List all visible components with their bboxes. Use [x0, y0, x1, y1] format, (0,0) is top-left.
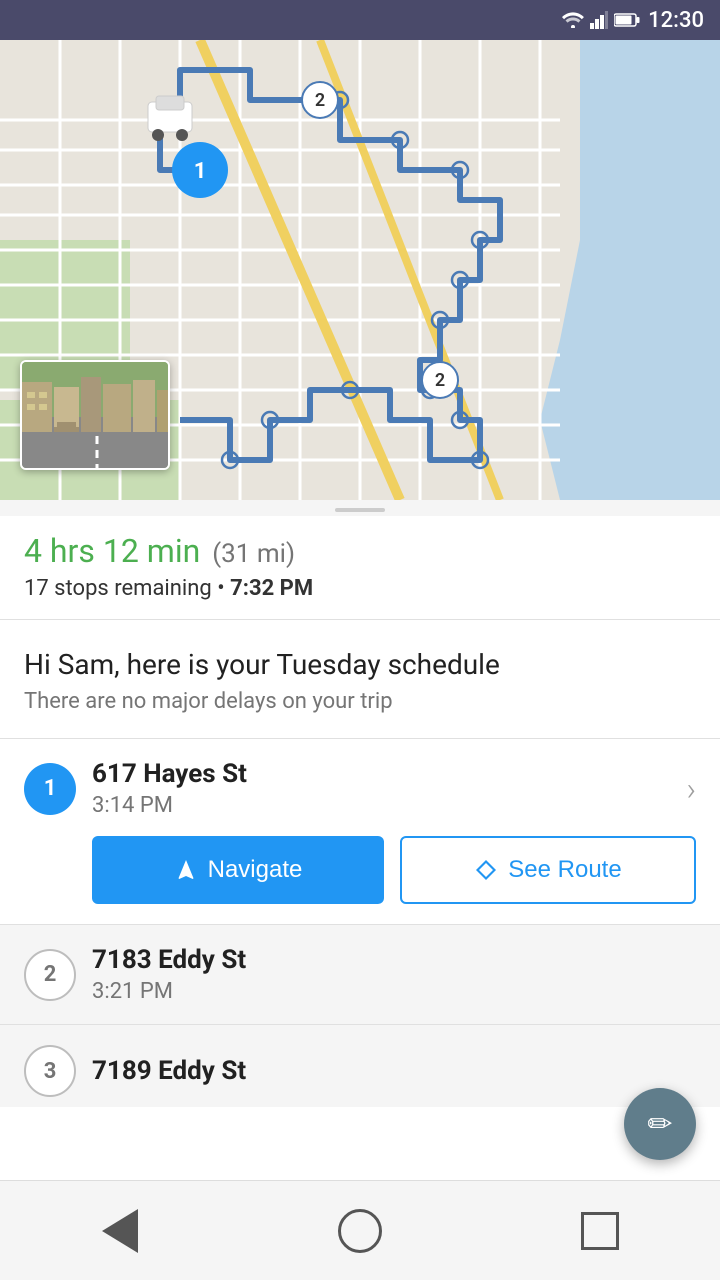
trip-stops-row: 17 stops remaining • 7:32 PM — [24, 576, 696, 601]
stop-1-actions: Navigate See Route — [92, 836, 696, 904]
back-button[interactable] — [90, 1201, 150, 1261]
trip-eta: 7:32 PM — [230, 576, 313, 601]
stop-3-info: 7189 Eddy St — [92, 1056, 696, 1086]
status-time: 12:30 — [648, 8, 704, 33]
trip-bullet: • — [217, 576, 230, 601]
stop-2-address: 7183 Eddy St — [92, 945, 696, 975]
greeting-subtitle: There are no major delays on your trip — [24, 689, 696, 714]
svg-text:2: 2 — [315, 90, 325, 111]
greeting-section: Hi Sam, here is your Tuesday schedule Th… — [0, 620, 720, 739]
trip-distance: (31 mi) — [212, 539, 295, 569]
navigate-label: Navigate — [208, 856, 303, 884]
stop-3-number: 3 — [24, 1045, 76, 1097]
drag-handle — [0, 500, 720, 516]
stop-1-address: 617 Hayes St — [92, 759, 670, 789]
trip-summary: 4 hrs 12 min (31 mi) 17 stops remaining … — [0, 516, 720, 620]
signal-icon — [590, 11, 608, 29]
status-bar: 12:30 — [0, 0, 720, 40]
stop-2-info: 7183 Eddy St 3:21 PM — [92, 945, 696, 1004]
map-container[interactable]: 2 2 1 — [0, 40, 720, 500]
see-route-button[interactable]: See Route — [400, 836, 696, 904]
home-icon — [338, 1209, 382, 1253]
stop-item-3-partial[interactable]: 3 7189 Eddy St — [0, 1025, 720, 1107]
stop-1-header: 1 617 Hayes St 3:14 PM › — [24, 759, 696, 818]
svg-text:2: 2 — [435, 370, 445, 391]
home-button[interactable] — [330, 1201, 390, 1261]
route-icon — [474, 858, 498, 882]
stop-2-time: 3:21 PM — [92, 979, 696, 1004]
stop-1-time: 3:14 PM — [92, 793, 670, 818]
battery-icon — [614, 13, 640, 27]
edit-icon: ✏ — [647, 1107, 672, 1142]
status-icons — [562, 11, 640, 29]
trip-time-row: 4 hrs 12 min (31 mi) — [24, 532, 696, 570]
greeting-title: Hi Sam, here is your Tuesday schedule — [24, 648, 696, 681]
stops-list: 1 617 Hayes St 3:14 PM › Navigate — [0, 739, 720, 1107]
navigate-button[interactable]: Navigate — [92, 836, 384, 904]
street-thumbnail[interactable] — [20, 360, 170, 470]
stop-2-header: 2 7183 Eddy St 3:21 PM — [24, 945, 696, 1004]
stop-2-number: 2 — [24, 949, 76, 1001]
edit-fab[interactable]: ✏ — [624, 1088, 696, 1160]
trip-stops: 17 stops remaining — [24, 576, 212, 601]
stop-3-address: 7189 Eddy St — [92, 1056, 696, 1086]
navigate-icon — [174, 858, 198, 882]
stop-1-info: 617 Hayes St 3:14 PM — [92, 759, 670, 818]
drag-handle-bar — [335, 508, 385, 512]
see-route-label: See Route — [508, 856, 621, 884]
nav-bar — [0, 1180, 720, 1280]
trip-duration: 4 hrs 12 min — [24, 532, 200, 570]
wifi-icon — [562, 12, 584, 28]
back-icon — [102, 1209, 138, 1253]
svg-text:1: 1 — [194, 159, 207, 184]
stop-1-number: 1 — [24, 763, 76, 815]
stop-1-chevron[interactable]: › — [686, 770, 696, 808]
recents-button[interactable] — [570, 1201, 630, 1261]
stop-item-1[interactable]: 1 617 Hayes St 3:14 PM › Navigate — [0, 739, 720, 925]
recents-icon — [581, 1212, 619, 1250]
stop-item-2[interactable]: 2 7183 Eddy St 3:21 PM — [0, 925, 720, 1025]
